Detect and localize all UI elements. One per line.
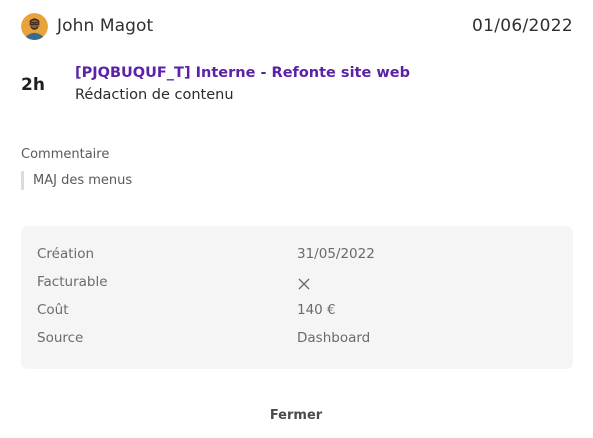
comment-label: Commentaire — [21, 147, 110, 162]
time-entry: 2h [PJQBUQUF_T] Interne - Refonte site w… — [21, 64, 573, 108]
details-panel: Création 31/05/2022 Facturable Coût 140 … — [21, 226, 573, 369]
detail-key: Coût — [37, 302, 69, 318]
entry-header: John Magot 01/06/2022 — [21, 12, 573, 40]
user-avatar-icon — [21, 12, 48, 40]
detail-key: Source — [37, 330, 84, 346]
detail-key: Facturable — [37, 274, 108, 290]
close-icon — [298, 278, 310, 290]
detail-row-creation: Création 31/05/2022 — [37, 246, 557, 266]
entry-date: 01/06/2022 — [472, 16, 573, 36]
detail-value: 31/05/2022 — [297, 246, 375, 262]
duration: 2h — [21, 75, 45, 95]
detail-value: 140 € — [297, 302, 336, 318]
comment-text: MAJ des menus — [21, 171, 132, 190]
detail-row-billable: Facturable — [37, 274, 557, 294]
detail-value — [297, 274, 311, 295]
detail-row-cost: Coût 140 € — [37, 302, 557, 322]
user-info: John Magot — [21, 12, 154, 40]
user-name: John Magot — [57, 16, 154, 36]
avatar — [21, 12, 48, 40]
task-name: Rédaction de contenu — [75, 87, 234, 103]
detail-value: Dashboard — [297, 330, 371, 346]
detail-row-source: Source Dashboard — [37, 330, 557, 350]
detail-key: Création — [37, 246, 95, 262]
project-title: [PJQBUQUF_T] Interne - Refonte site web — [75, 65, 410, 81]
close-button[interactable]: Fermer — [246, 404, 346, 426]
